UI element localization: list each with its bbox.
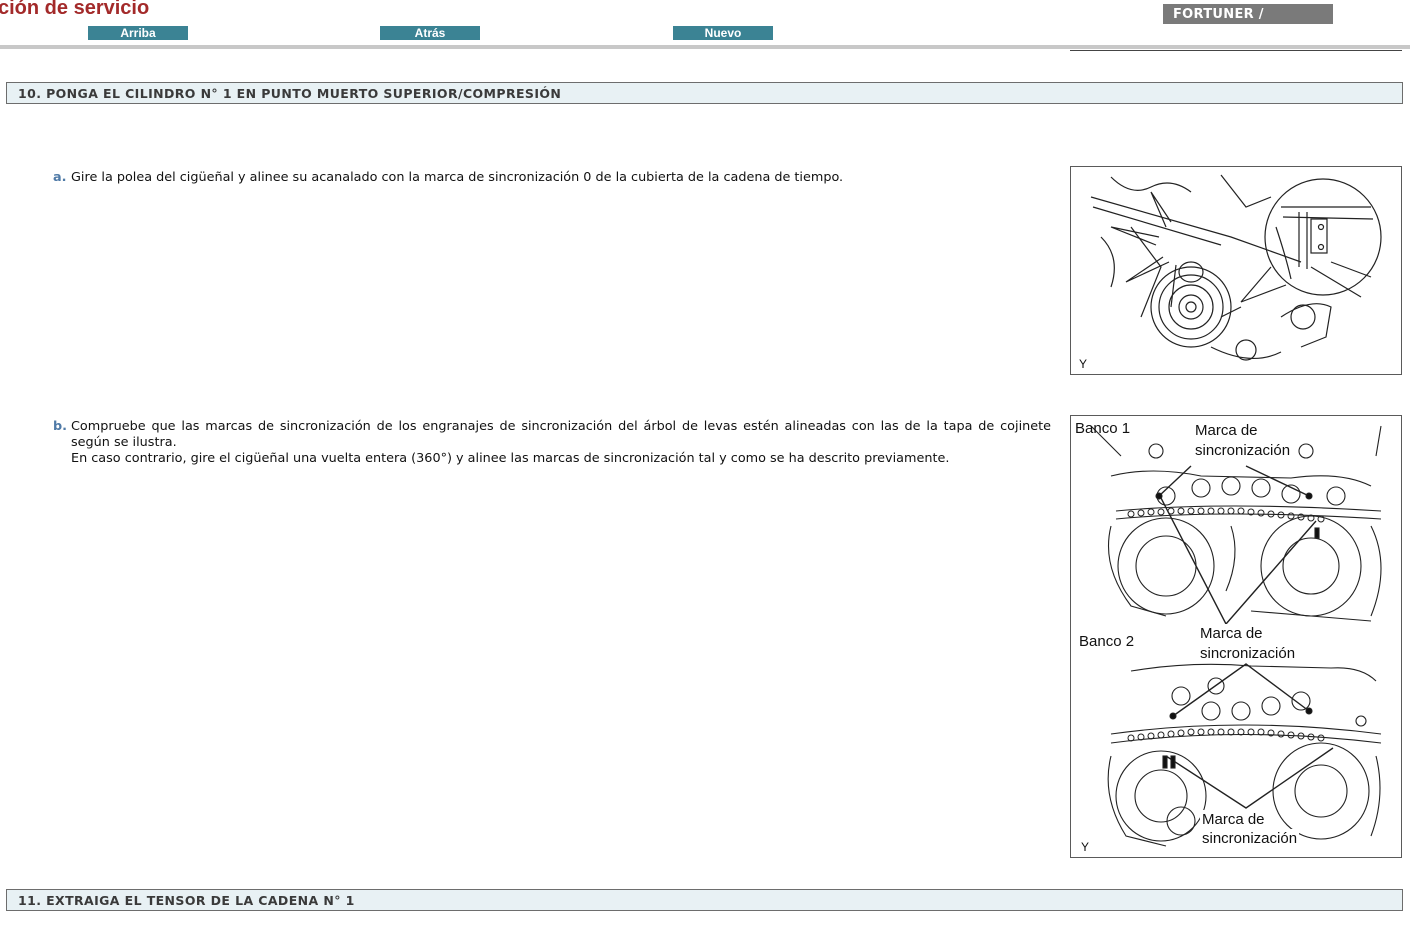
- header-divider: [0, 45, 1410, 49]
- crankshaft-pulley-illustration: [1090, 174, 1382, 361]
- figure-code: Y: [1081, 840, 1090, 854]
- timing-mark-label-2a: Marca de: [1198, 624, 1265, 643]
- timing-mark-label-1a: Marca de: [1193, 421, 1260, 440]
- step-b: b. Compruebe que las marcas de sincroniz…: [53, 419, 1053, 471]
- timing-mark-label-3a: Marca de: [1200, 810, 1267, 829]
- crankshaft-pulley-figure: Y: [1070, 166, 1402, 375]
- figure-code: Y: [1079, 357, 1088, 371]
- page-title: ción de servicio: [0, 0, 150, 19]
- model-badge: FORTUNER /: [1163, 4, 1333, 24]
- section-heading-10: 10. PONGA EL CILINDRO N° 1 EN PUNTO MUER…: [6, 82, 1403, 104]
- step-b-text-2: En caso contrario, gire el cigüeñal una …: [71, 451, 950, 466]
- step-a-text: Gire la polea del cigüeñal y alinee su a…: [71, 170, 844, 185]
- timing-mark-label-3b: sincronización: [1200, 829, 1300, 848]
- bank-2-label: Banco 2: [1079, 633, 1135, 650]
- timing-mark-label-2b: sincronización: [1198, 644, 1298, 663]
- step-a: a. Gire la polea del cigüeñal y alinee s…: [53, 170, 1053, 190]
- step-a-letter: a.: [53, 170, 67, 185]
- new-button[interactable]: Nuevo: [673, 26, 773, 40]
- back-button[interactable]: Atrás: [380, 26, 480, 40]
- timing-mark-label-1b: sincronización: [1193, 441, 1293, 460]
- camshaft-timing-figure: Banco 1 Marca de sincronización Banco 2 …: [1070, 415, 1402, 858]
- top-button[interactable]: Arriba: [88, 26, 188, 40]
- step-b-text-1: Compruebe que las marcas de sincronizaci…: [71, 419, 1051, 450]
- step-b-letter: b.: [53, 419, 68, 434]
- section-heading-11: 11. EXTRAIGA EL TENSOR DE LA CADENA N° 1: [6, 889, 1403, 911]
- bank-1-label: Banco 1: [1075, 420, 1131, 437]
- header-divider-secondary: [1070, 50, 1402, 51]
